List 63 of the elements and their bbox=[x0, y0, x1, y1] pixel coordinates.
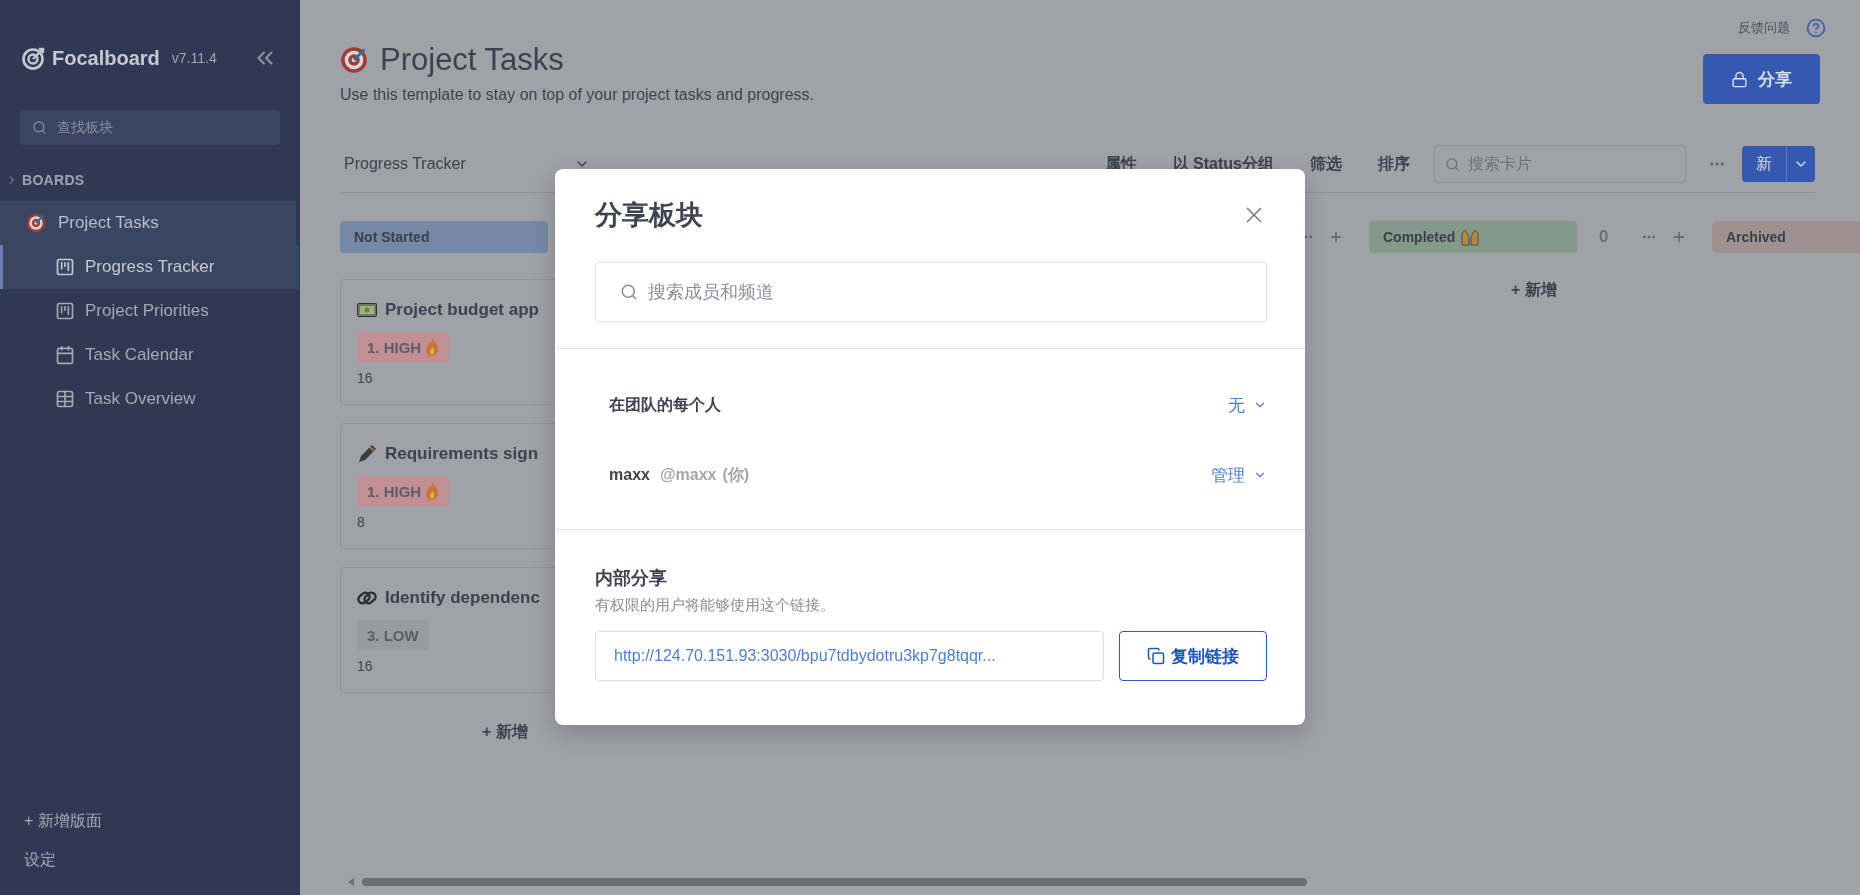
card-title: Identify dependenc bbox=[385, 588, 540, 608]
estimate-value: 16 bbox=[357, 658, 373, 674]
settings-link[interactable]: 设定 bbox=[24, 850, 276, 871]
calendar-icon bbox=[55, 345, 75, 365]
banknote-icon bbox=[357, 303, 377, 317]
card-title: Requirements sign bbox=[385, 444, 539, 464]
logo-icon bbox=[22, 46, 46, 70]
search-icon bbox=[620, 283, 638, 301]
toolbar-button[interactable]: 排序 bbox=[1378, 153, 1410, 175]
board-description: Use this template to stay on top of your project tasks and progress. bbox=[340, 86, 814, 104]
add-board-link[interactable]: + 新增版面 bbox=[24, 811, 276, 832]
new-card-button[interactable]: 新 bbox=[1742, 146, 1787, 182]
search-icon bbox=[1445, 156, 1460, 172]
app-name: Focalboard bbox=[52, 46, 160, 70]
add-icon[interactable] bbox=[1671, 229, 1687, 245]
scrollbar-thumb[interactable] bbox=[362, 878, 1307, 886]
column-header[interactable]: Archived bbox=[1712, 221, 1860, 253]
section-label: BOARDS bbox=[22, 172, 85, 188]
view-item[interactable]: Progress Tracker bbox=[0, 245, 299, 289]
role-dropdown[interactable]: 无 bbox=[1228, 393, 1267, 417]
table-icon bbox=[55, 389, 75, 409]
board-search-field[interactable]: 查找板块 bbox=[20, 110, 280, 145]
flame-icon bbox=[425, 338, 440, 356]
toolbar-button[interactable]: 筛选 bbox=[1310, 153, 1342, 175]
view-item[interactable]: Task Overview bbox=[0, 377, 299, 421]
feedback-link[interactable]: 反馈问题 bbox=[1738, 19, 1790, 37]
priority-tag: 1. HIGH bbox=[357, 332, 450, 362]
member-search-field[interactable]: 搜索成员和频道 bbox=[595, 262, 1267, 322]
scroll-left-icon[interactable] bbox=[348, 878, 354, 886]
estimate-value: 16 bbox=[357, 370, 373, 386]
share-button[interactable]: 分享 bbox=[1703, 54, 1820, 104]
target-icon bbox=[26, 213, 46, 233]
card-title: Project budget app bbox=[385, 300, 539, 320]
priority-tag: 3. LOW bbox=[357, 620, 429, 650]
dialog-title: 分享板块 bbox=[595, 199, 703, 232]
priority-tag: 1. HIGH bbox=[357, 476, 450, 506]
board-icon bbox=[55, 301, 75, 321]
add-card-button[interactable]: + 新增 bbox=[1505, 279, 1563, 302]
member-name: maxx bbox=[609, 466, 650, 484]
column-header[interactable]: Not Started bbox=[340, 221, 548, 253]
board-icon bbox=[55, 257, 75, 277]
copy-icon bbox=[1147, 647, 1165, 665]
copy-link-button[interactable]: 复制链接 bbox=[1119, 631, 1267, 681]
raised-hands-icon bbox=[1461, 228, 1480, 246]
pen-icon bbox=[357, 444, 377, 464]
view-item[interactable]: Task Calendar bbox=[0, 333, 299, 377]
flame-icon bbox=[425, 482, 440, 500]
view-item[interactable]: Project Priorities bbox=[0, 289, 299, 333]
help-icon[interactable] bbox=[1806, 18, 1826, 38]
board-item[interactable]: Project Tasks bbox=[0, 201, 296, 245]
add-icon[interactable] bbox=[1328, 229, 1344, 245]
target-icon bbox=[340, 46, 368, 74]
add-card-button[interactable]: + 新增 bbox=[476, 721, 534, 744]
role-dropdown[interactable]: 管理 bbox=[1211, 463, 1267, 487]
section-title: 内部分享 bbox=[595, 567, 668, 590]
lock-icon bbox=[1731, 70, 1748, 88]
estimate-value: 8 bbox=[357, 514, 365, 530]
version-label: v7.11.4 bbox=[171, 50, 217, 66]
column-header[interactable]: Completed bbox=[1369, 221, 1577, 253]
board-title: Project Tasks bbox=[380, 42, 564, 78]
member-note: (你) bbox=[722, 464, 750, 485]
search-icon bbox=[32, 120, 47, 135]
share-link-field[interactable]: http://124.70.151.93:3030/bpu7tdbydotru3kp7g8tqqr... bbox=[595, 631, 1104, 681]
